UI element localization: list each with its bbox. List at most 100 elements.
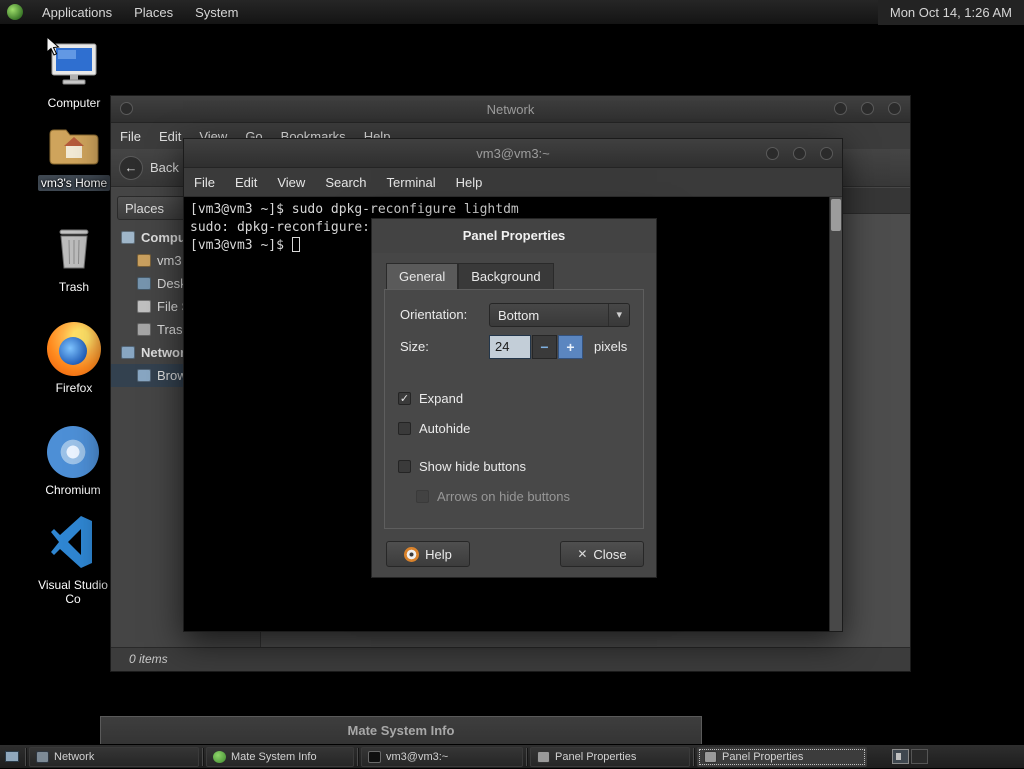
- places-combo-label: Places: [125, 200, 165, 216]
- computer-icon: [30, 42, 118, 91]
- panel-separator: [357, 747, 358, 766]
- panel-separator: [202, 747, 203, 766]
- desktop-icon-label: Trash: [58, 280, 90, 294]
- desktop-icon-computer[interactable]: Computer: [30, 42, 118, 111]
- tab-background[interactable]: Background: [458, 263, 554, 289]
- chromium-icon: [47, 426, 99, 478]
- desktop-icon-label: Chromium: [45, 483, 101, 497]
- item-count: 0 items: [129, 652, 168, 666]
- desktop-mini-icon: [137, 277, 151, 290]
- dialog-tabs: General Background: [386, 263, 554, 289]
- terminal-line: [vm3@vm3 ~]$ sudo dpkg-reconfigure light…: [190, 202, 519, 217]
- desktop-icon-home[interactable]: vm3's Home: [30, 126, 118, 191]
- top-panel: Applications Places System Mon Oct 14, 1…: [0, 0, 1024, 25]
- folder-icon: [137, 254, 151, 267]
- minimize-button[interactable]: [766, 147, 779, 160]
- window-icon: [213, 750, 226, 763]
- desktop-icon-trash[interactable]: Trash: [30, 224, 118, 295]
- task-terminal[interactable]: vm3@vm3:~: [361, 746, 523, 767]
- home-folder-icon: [30, 126, 118, 171]
- mate-menu-icon[interactable]: [7, 4, 23, 20]
- panel-separator: [526, 747, 527, 766]
- task-network[interactable]: Network: [29, 746, 199, 767]
- back-button[interactable]: ← Back: [119, 155, 179, 180]
- size-input[interactable]: 24: [489, 335, 531, 359]
- workspace-1[interactable]: [892, 749, 909, 764]
- window-menu-button[interactable]: [120, 102, 133, 115]
- computer-mini-icon: [121, 231, 135, 244]
- size-increment-button[interactable]: +: [558, 335, 583, 359]
- task-panel-properties-1[interactable]: Panel Properties: [530, 746, 690, 767]
- terminal-icon: [368, 750, 381, 763]
- expand-checkbox[interactable]: ✓ Expand: [398, 391, 463, 406]
- maximize-button[interactable]: [793, 147, 806, 160]
- vscode-icon: [29, 514, 117, 573]
- panel-separator: [25, 747, 26, 766]
- menu-applications[interactable]: Applications: [31, 0, 123, 25]
- task-panel-properties-2[interactable]: Panel Properties: [697, 746, 867, 767]
- network-statusbar: 0 items: [111, 647, 910, 671]
- desktop-icon-vscode[interactable]: Visual Studio Co: [29, 514, 117, 607]
- network-window-titlebar[interactable]: Network: [111, 96, 910, 123]
- terminal-menubar: File Edit View Search Terminal Help: [184, 168, 842, 197]
- firefox-icon: [47, 322, 101, 376]
- sysinfo-titlebar[interactable]: Mate System Info: [101, 717, 701, 745]
- checkbox-icon: [416, 490, 429, 503]
- menu-system[interactable]: System: [184, 0, 249, 25]
- desktop-icon-label: Firefox: [55, 381, 93, 395]
- desktop-icon-firefox[interactable]: Firefox: [30, 322, 118, 396]
- terminal-cursor: [291, 237, 300, 252]
- menu-file[interactable]: File: [111, 129, 150, 144]
- network-window-title: Network: [486, 102, 535, 117]
- trash-icon: [30, 224, 118, 275]
- workspace-2[interactable]: [911, 749, 928, 764]
- show-desktop-button[interactable]: [0, 745, 24, 769]
- size-label: Size:: [400, 339, 429, 354]
- help-button[interactable]: Help: [386, 541, 470, 567]
- checkbox-icon[interactable]: [398, 422, 411, 435]
- close-button[interactable]: [888, 102, 901, 115]
- dialog-titlebar[interactable]: Panel Properties: [372, 219, 656, 253]
- sysinfo-title: Mate System Info: [347, 723, 455, 738]
- show-hide-buttons-checkbox[interactable]: Show hide buttons: [398, 459, 526, 474]
- menu-edit[interactable]: Edit: [225, 175, 267, 190]
- checkbox-icon[interactable]: [398, 460, 411, 473]
- menu-file[interactable]: File: [184, 175, 225, 190]
- menu-search[interactable]: Search: [315, 175, 376, 190]
- network-mini-icon: [137, 369, 151, 382]
- menu-view[interactable]: View: [267, 175, 315, 190]
- close-button[interactable]: ✕ Close: [560, 541, 644, 567]
- menu-terminal[interactable]: Terminal: [377, 175, 446, 190]
- arrows-on-hide-buttons-checkbox: Arrows on hide buttons: [416, 489, 570, 504]
- terminal-scrollbar[interactable]: [829, 197, 842, 631]
- terminal-title: vm3@vm3:~: [476, 146, 550, 161]
- bottom-panel: Network Mate System Info vm3@vm3:~ Panel…: [0, 744, 1024, 768]
- close-icon: ✕: [577, 547, 588, 561]
- back-label: Back: [150, 160, 179, 175]
- orientation-value: Bottom: [498, 307, 540, 323]
- maximize-button[interactable]: [861, 102, 874, 115]
- size-unit-label: pixels: [594, 339, 628, 354]
- clock-applet[interactable]: Mon Oct 14, 1:26 AM: [877, 0, 1024, 25]
- menu-help[interactable]: Help: [446, 175, 493, 190]
- desktop-icon-chromium[interactable]: Chromium: [29, 426, 117, 498]
- menu-places[interactable]: Places: [123, 0, 184, 25]
- panel-properties-dialog: Panel Properties General Background Orie…: [371, 218, 657, 578]
- workspace-switcher: [892, 749, 928, 764]
- scrollbar-thumb[interactable]: [831, 199, 841, 231]
- desktop-icon-label: Computer: [47, 96, 101, 110]
- mouse-cursor: [46, 36, 60, 56]
- checkbox-icon[interactable]: ✓: [398, 392, 411, 405]
- task-mate-system-info[interactable]: Mate System Info: [206, 746, 354, 767]
- window-icon: [704, 750, 717, 763]
- tab-general[interactable]: General: [386, 263, 459, 289]
- orientation-label: Orientation:: [400, 307, 468, 322]
- workspace-window-thumb: [896, 753, 901, 760]
- autohide-checkbox[interactable]: Autohide: [398, 421, 470, 436]
- close-button[interactable]: [820, 147, 833, 160]
- orientation-dropdown[interactable]: Bottom ▾: [489, 303, 630, 327]
- minimize-button[interactable]: [834, 102, 847, 115]
- terminal-titlebar[interactable]: vm3@vm3:~: [184, 139, 842, 168]
- size-decrement-button[interactable]: −: [532, 335, 557, 359]
- window-icon: [537, 750, 550, 763]
